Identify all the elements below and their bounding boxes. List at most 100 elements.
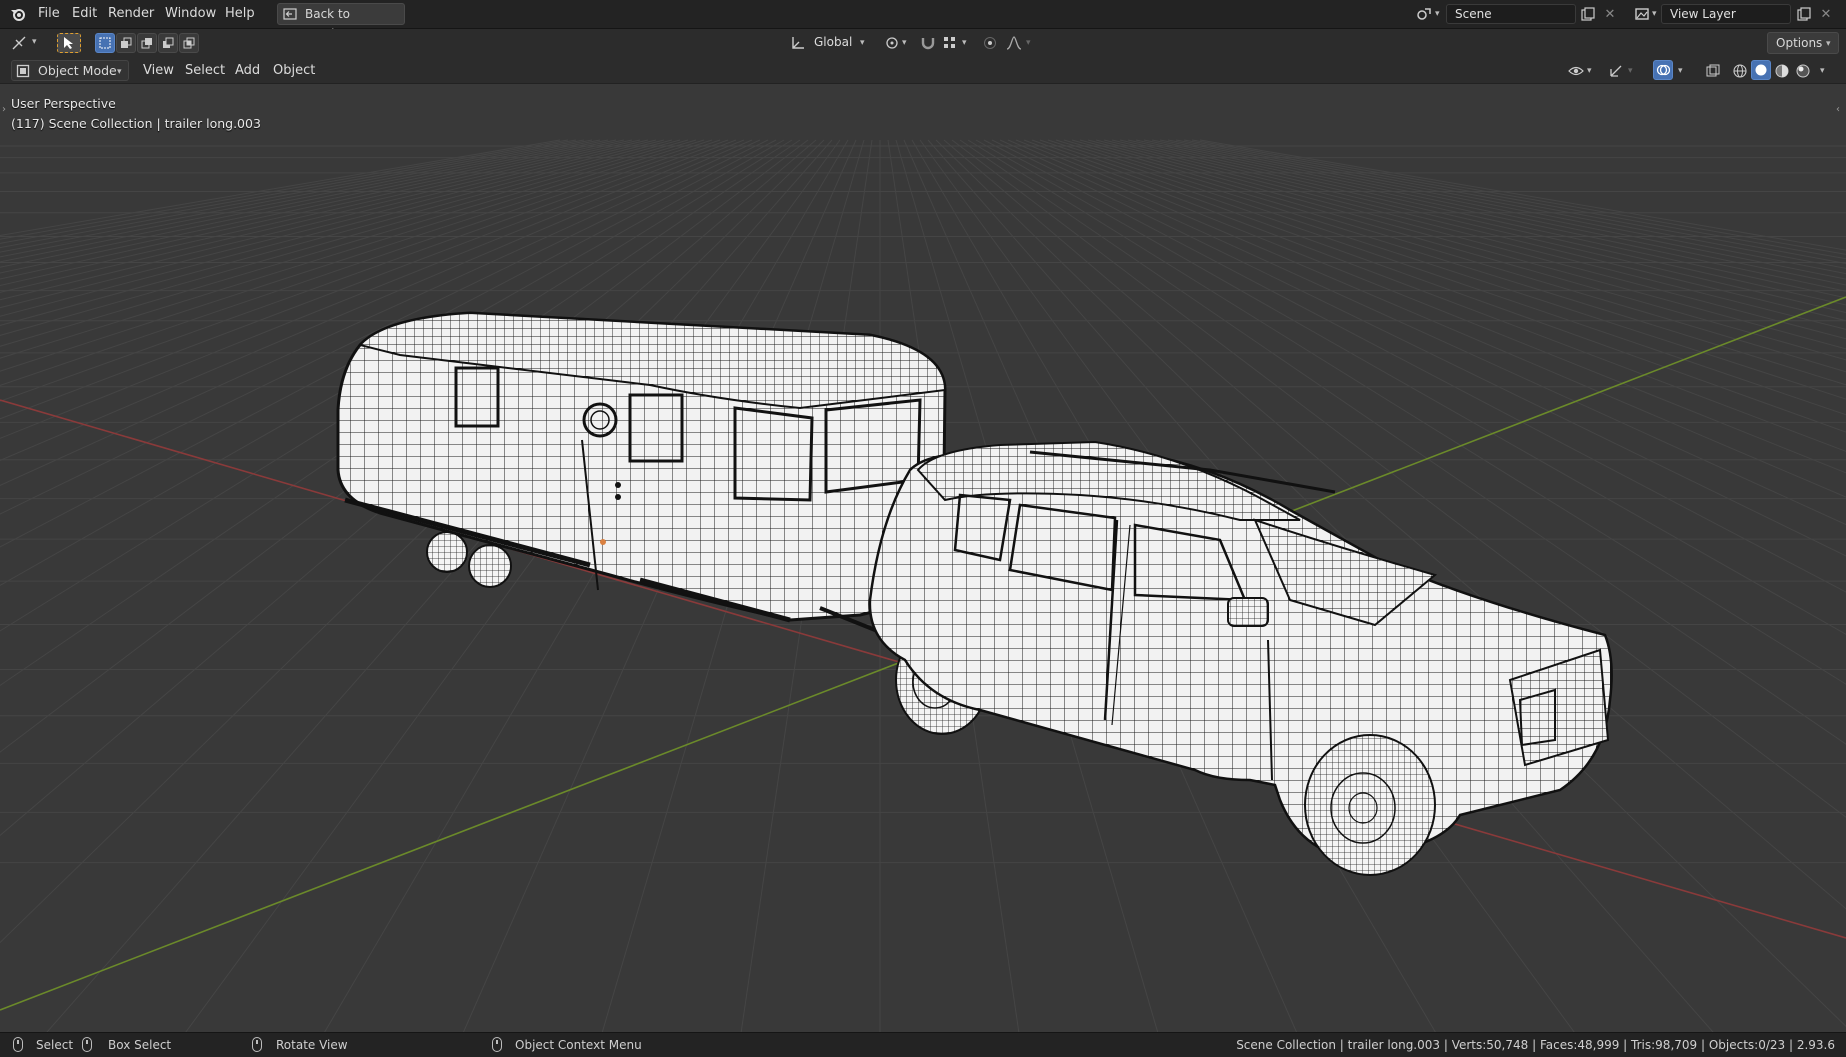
- view-layer-field[interactable]: View Layer: [1661, 4, 1791, 24]
- grid-line: [0, 139, 561, 236]
- select-tool-icon[interactable]: [57, 33, 81, 53]
- grid-line: [0, 139, 617, 268]
- status-select-hint: Select: [36, 1038, 74, 1052]
- chevron-down-icon: ▾: [1628, 66, 1633, 76]
- back-to-previous-button[interactable]: Back to Previous: [277, 3, 405, 41]
- mouse-drag-icon: [82, 1037, 92, 1052]
- close-x-icon[interactable]: ✕: [1600, 4, 1620, 24]
- xray-icon[interactable]: [1703, 61, 1723, 81]
- trailer-light: [600, 539, 606, 545]
- grid-line: [0, 139, 681, 326]
- grid-line: [0, 139, 737, 420]
- select-mode-extend-icon[interactable]: [116, 33, 136, 53]
- trailer-mesh[interactable]: [336, 311, 947, 634]
- mouse-right-icon: [492, 1037, 502, 1052]
- snap-grid-icon[interactable]: [940, 33, 960, 53]
- grid-line: [0, 139, 625, 274]
- chevron-down-icon: ▾: [32, 37, 37, 47]
- mouse-middle-icon: [252, 1037, 262, 1052]
- menu-edit[interactable]: Edit: [72, 5, 97, 23]
- viewport-perspective-label: User Perspective: [11, 96, 116, 111]
- overlay-icon[interactable]: [1653, 60, 1673, 80]
- object-mode-label: Object Mode: [38, 63, 117, 78]
- menu-file[interactable]: File: [38, 5, 60, 23]
- viewport-header: Object Mode ▾ View Select Add Object ▾ ▾…: [0, 57, 1846, 84]
- chevron-down-icon: ▾: [1826, 39, 1831, 49]
- grid-line: [0, 139, 665, 309]
- material-shading-icon[interactable]: [1772, 61, 1792, 81]
- status-context-menu-hint: Object Context Menu: [515, 1038, 642, 1052]
- grid-line: [0, 139, 609, 263]
- menu-window[interactable]: Window: [165, 5, 216, 23]
- menu-object[interactable]: Object: [266, 60, 322, 81]
- chevron-down-icon: ▾: [117, 67, 122, 77]
- chevron-down-icon: ▾: [1678, 66, 1683, 76]
- menu-help[interactable]: Help: [225, 5, 255, 23]
- 3d-viewport[interactable]: › ‹ User Perspective (117) Scene Collect…: [0, 84, 1846, 1032]
- grid-line: [0, 139, 697, 347]
- snap-magnet-icon[interactable]: [918, 33, 938, 53]
- select-mode-invert-icon[interactable]: [158, 33, 178, 53]
- solid-shading-icon[interactable]: [1751, 60, 1771, 80]
- options-dropdown[interactable]: Options ▾: [1767, 32, 1839, 54]
- menu-view[interactable]: View: [136, 60, 181, 81]
- chevron-down-icon: ▾: [1820, 66, 1825, 76]
- grid-line: [0, 139, 745, 439]
- viewport-collection-label: (117) Scene Collection | trailer long.00…: [11, 116, 261, 131]
- chevron-down-icon: ▾: [1652, 9, 1657, 19]
- visibility-eye-icon[interactable]: [1566, 61, 1586, 81]
- chevron-down-icon: ▾: [902, 38, 907, 48]
- grid-line: [0, 139, 673, 317]
- editor-type-icon[interactable]: [10, 33, 30, 53]
- scene-icon[interactable]: [1414, 4, 1434, 24]
- chevron-down-icon: ▾: [860, 38, 865, 48]
- trailer-wheel: [468, 544, 512, 588]
- select-mode-set-icon[interactable]: [95, 33, 115, 53]
- grid-line: [0, 139, 641, 286]
- grid-line: [0, 139, 689, 336]
- car-mesh[interactable]: [868, 440, 1613, 876]
- status-rotate-view-hint: Rotate View: [276, 1038, 348, 1052]
- car-front-wheel: [1304, 734, 1436, 876]
- proportional-edit-icon[interactable]: [980, 33, 1000, 53]
- transform-orientation-label[interactable]: Global: [814, 35, 852, 49]
- menu-render[interactable]: Render: [108, 5, 154, 23]
- grid-line: [0, 139, 633, 280]
- menu-select[interactable]: Select: [178, 60, 232, 81]
- status-bar: Select Box Select Rotate View Object Con…: [0, 1032, 1846, 1057]
- object-mode-dropdown[interactable]: Object Mode ▾: [11, 60, 129, 81]
- scene-name-field[interactable]: Scene: [1446, 4, 1576, 24]
- chevron-down-icon: ▾: [1026, 38, 1031, 48]
- chevron-down-icon: ▾: [1435, 9, 1440, 19]
- viewport-canvas: › ‹: [0, 104, 1846, 1032]
- scene-statistics: Scene Collection | trailer long.003 | Ve…: [1236, 1038, 1835, 1052]
- trailer-wheel: [426, 531, 468, 573]
- new-copy-icon[interactable]: [1578, 4, 1598, 24]
- right-panel-toggle-icon[interactable]: ‹: [1836, 104, 1840, 115]
- tool-settings-bar: ▾ Global ▾ ▾ ▾ ▾ Options ▾: [0, 29, 1846, 57]
- pivot-icon[interactable]: [882, 33, 902, 53]
- car-mirror: [1227, 597, 1269, 627]
- top-menu-bar: File Edit Render Window Help Back to Pre…: [0, 0, 1846, 41]
- falloff-curve-icon[interactable]: [1004, 33, 1024, 53]
- new-copy-icon[interactable]: [1794, 4, 1814, 24]
- close-x-icon[interactable]: ✕: [1816, 4, 1836, 24]
- transform-orientation-icon[interactable]: [788, 33, 808, 53]
- grid-line: [0, 139, 649, 293]
- mouse-left-icon: [13, 1037, 23, 1052]
- rendered-shading-icon[interactable]: [1793, 61, 1813, 81]
- select-mode-subtract-icon[interactable]: [137, 33, 157, 53]
- blender-logo-icon[interactable]: [8, 4, 28, 24]
- menu-add[interactable]: Add: [228, 60, 267, 81]
- grid-line: [0, 139, 729, 402]
- select-mode-intersect-icon[interactable]: [179, 33, 199, 53]
- chevron-down-icon: ▾: [1587, 66, 1592, 76]
- view-layer-icon[interactable]: [1632, 4, 1652, 24]
- options-label: Options: [1776, 36, 1823, 50]
- gizmo-icon[interactable]: [1606, 61, 1626, 81]
- left-panel-toggle-icon[interactable]: ›: [2, 104, 6, 115]
- wireframe-shading-icon[interactable]: [1730, 61, 1750, 81]
- back-arrow-icon: [283, 7, 297, 21]
- grid-line: [0, 139, 593, 253]
- object-mode-icon: [16, 64, 30, 78]
